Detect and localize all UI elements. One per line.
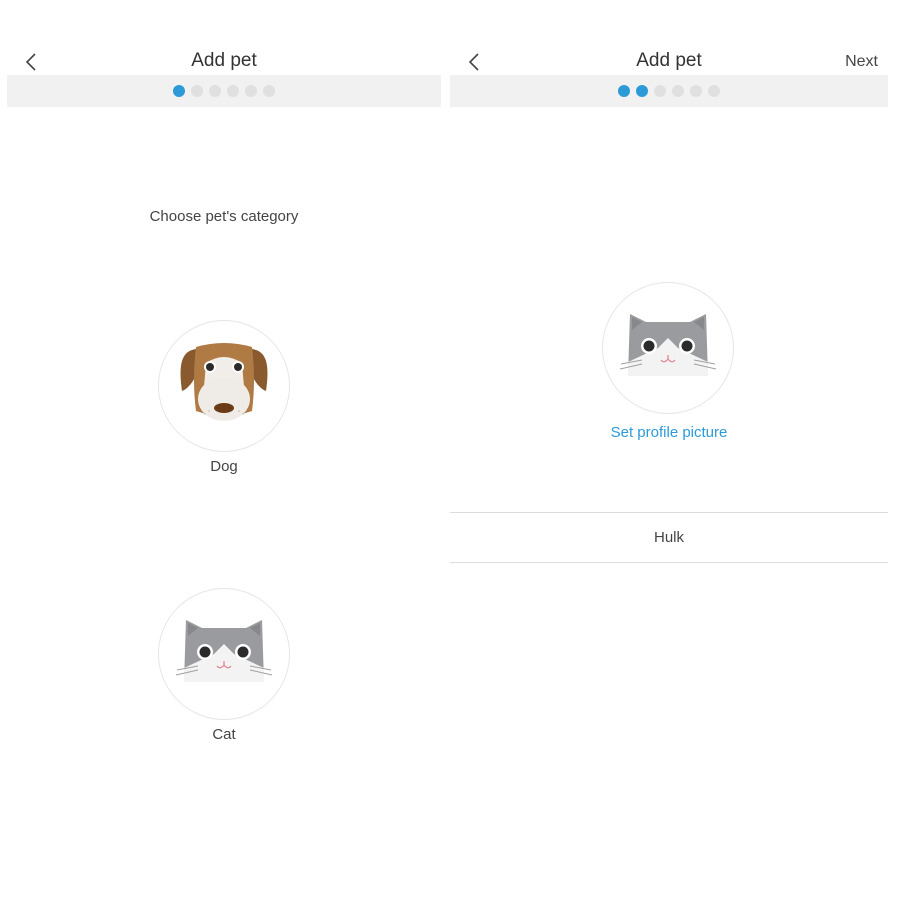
cat-icon — [619, 314, 717, 376]
pet-name-input[interactable] — [450, 528, 888, 547]
dog-icon — [180, 343, 268, 421]
step-dot-1 — [173, 85, 185, 97]
cat-avatar[interactable] — [158, 588, 290, 720]
cat-label: Cat — [212, 726, 236, 743]
step-progress — [450, 75, 888, 107]
dog-category-option[interactable]: Dog — [158, 320, 290, 475]
dog-avatar[interactable] — [158, 320, 290, 452]
step-dot-2 — [636, 85, 648, 97]
step-dot-6 — [708, 85, 720, 97]
add-pet-step-1-screen: Add pet Choose pet's category Dog Cat — [7, 0, 441, 900]
category-prompt: Choose pet's category — [149, 208, 299, 225]
step-dot-5 — [690, 85, 702, 97]
next-button[interactable]: Next — [845, 53, 878, 71]
step-dot-3 — [209, 85, 221, 97]
page-title: Add pet — [191, 50, 257, 71]
step-progress — [7, 75, 441, 107]
pet-name-row — [450, 512, 888, 563]
step-dot-3 — [654, 85, 666, 97]
step-dot-6 — [263, 85, 275, 97]
step-dot-5 — [245, 85, 257, 97]
step-dot-2 — [191, 85, 203, 97]
cat-category-option[interactable]: Cat — [158, 588, 290, 743]
step-dot-4 — [227, 85, 239, 97]
add-pet-step-2-screen: Add pet Next Set profile picture — [450, 0, 888, 900]
dog-label: Dog — [210, 458, 238, 475]
set-profile-picture-link[interactable]: Set profile picture — [450, 424, 888, 441]
profile-picture-avatar[interactable] — [602, 282, 734, 414]
page-title: Add pet — [636, 50, 702, 71]
step-dot-4 — [672, 85, 684, 97]
step-dot-1 — [618, 85, 630, 97]
cat-icon — [175, 620, 273, 682]
